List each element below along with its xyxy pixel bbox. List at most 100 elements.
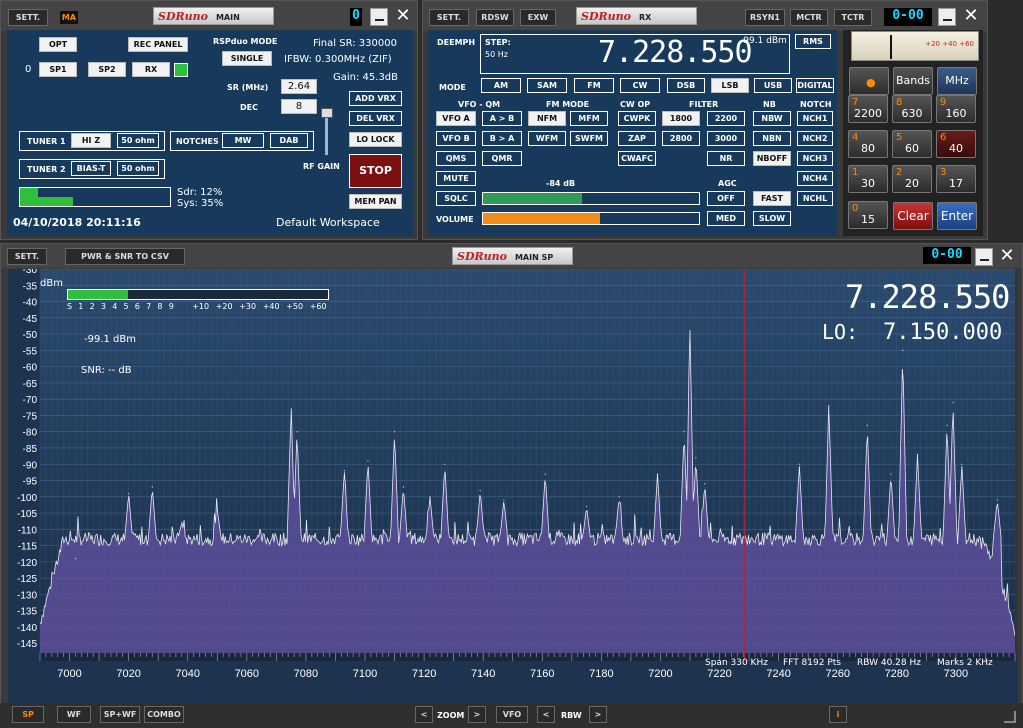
rx-close-button[interactable]: ✕ <box>961 7 981 27</box>
tctr-button[interactable]: TCTR <box>834 9 872 26</box>
clear-key[interactable]: Clear <box>893 202 933 230</box>
rx-button[interactable]: RX <box>132 62 170 77</box>
rx-minimize-button[interactable] <box>938 8 956 26</box>
sp-settings-button[interactable]: SETT. <box>7 248 47 265</box>
stop-button[interactable]: STOP <box>349 154 402 188</box>
rbw-down-button[interactable]: < <box>537 706 555 723</box>
nr-button[interactable]: NR <box>707 151 745 166</box>
zoom-out-button[interactable]: < <box>415 706 433 723</box>
mode-button-cw[interactable]: CW <box>620 78 660 93</box>
mode-button-usb[interactable]: USB <box>754 78 792 93</box>
dab-button[interactable]: DAB <box>270 133 308 148</box>
band-key-17[interactable]: 3 17 <box>936 165 976 193</box>
nbn-button[interactable]: NBN <box>753 131 791 146</box>
nboff-button[interactable]: NBOFF <box>753 151 791 166</box>
main-minimize-button[interactable] <box>370 8 388 26</box>
main-settings-button[interactable]: SETT. <box>8 9 48 26</box>
mode-button-fm[interactable]: FM <box>574 78 614 93</box>
opt-button[interactable]: OPT <box>39 37 77 52</box>
rx-settings-button[interactable]: SETT. <box>429 9 469 26</box>
rf-gain-slider-track[interactable] <box>325 115 328 155</box>
qms-button[interactable]: QMS <box>436 151 476 166</box>
rms-button[interactable]: RMS <box>795 34 831 49</box>
nch2-button[interactable]: NCH2 <box>797 131 833 146</box>
nch3-button[interactable]: NCH3 <box>797 151 833 166</box>
rdsw-button[interactable]: RDSW <box>476 9 514 26</box>
cwafc-button[interactable]: CWAFC <box>618 151 656 166</box>
spectrum-scrollbar[interactable] <box>1015 269 1018 653</box>
sqlc-button[interactable]: SQLC <box>436 191 476 206</box>
sp-wf-view-button[interactable]: SP+WF <box>100 706 140 723</box>
band-key-2200[interactable]: 7 2200 <box>848 95 888 123</box>
vfo-a-button[interactable]: VFO A <box>436 111 476 126</box>
zoom-in-button[interactable]: > <box>468 706 486 723</box>
a-to-b-button[interactable]: A > B <box>482 111 522 126</box>
band-key-30[interactable]: 1 30 <box>848 165 888 193</box>
mem-pan-button[interactable]: MEM PAN <box>349 194 402 209</box>
lo-frequency-readout[interactable]: 7.150.000 <box>883 320 1002 345</box>
band-key-630[interactable]: 8 630 <box>892 95 932 123</box>
filter-3000-button[interactable]: 3000 <box>707 131 745 146</box>
single-button[interactable]: SINGLE <box>222 51 272 66</box>
nbw-button[interactable]: NBW <box>753 111 791 126</box>
bias-t-button[interactable]: BIAS-T <box>71 161 111 176</box>
mode-button-digital[interactable]: DIGITAL <box>796 78 834 93</box>
agc-med-button[interactable]: MED <box>707 211 745 226</box>
sp1-button[interactable]: SP1 <box>39 62 77 77</box>
pwr-snr-csv-button[interactable]: PWR & SNR TO CSV <box>65 248 185 265</box>
mw-button[interactable]: MW <box>222 133 264 148</box>
filter-2200-button[interactable]: 2200 <box>707 111 745 126</box>
mctr-button[interactable]: MCTR <box>790 9 828 26</box>
mode-button-dsb[interactable]: DSB <box>667 78 705 93</box>
mhz-key[interactable]: MHz <box>937 67 977 95</box>
enter-key[interactable]: Enter <box>937 202 977 230</box>
mode-button-lsb[interactable]: LSB <box>711 78 749 93</box>
band-key-160[interactable]: 9 160 <box>936 95 976 123</box>
sp-frequency-readout[interactable]: 7.228.550 <box>845 278 1010 316</box>
combo-view-button[interactable]: COMBO <box>144 706 184 723</box>
sp-minimize-button[interactable] <box>975 248 993 266</box>
b-to-a-button[interactable]: B > A <box>482 131 522 146</box>
main-close-button[interactable]: ✕ <box>393 7 413 27</box>
band-key-60[interactable]: 5 60 <box>892 130 932 158</box>
tuner2-50ohm-button[interactable]: 50 ohm <box>117 161 159 176</box>
spectrum-plot[interactable]: -30 -35 -40 -45 -50 -55 -60 -65 -70 -75 -80 -85 -90 -… <box>8 269 1018 703</box>
rf-gain-slider-handle[interactable] <box>321 108 333 118</box>
dec-value-field[interactable]: 8 <box>281 99 317 114</box>
agc-off-button[interactable]: OFF <box>707 191 745 206</box>
wf-view-button[interactable]: WF <box>57 706 91 723</box>
zap-button[interactable]: ZAP <box>618 131 656 146</box>
rsyn1-button[interactable]: RSYN1 <box>745 9 785 26</box>
band-key-80[interactable]: 4 80 <box>848 130 888 158</box>
sp-close-button[interactable]: ✕ <box>997 247 1017 267</box>
mute-button[interactable]: MUTE <box>436 171 476 186</box>
nch4-button[interactable]: NCH4 <box>797 171 833 186</box>
rbw-up-button[interactable]: > <box>589 706 607 723</box>
resize-grip-icon[interactable] <box>1004 711 1016 723</box>
mode-button-am[interactable]: AM <box>481 78 521 93</box>
hiz-button[interactable]: HI Z <box>71 133 111 148</box>
mfm-button[interactable]: MFM <box>570 111 608 126</box>
nch1-button[interactable]: NCH1 <box>797 111 833 126</box>
exw-button[interactable]: EXW <box>520 9 556 26</box>
main-ma-badge[interactable]: MA <box>60 11 78 24</box>
band-key-15[interactable]: 0 15 <box>848 201 888 229</box>
agc-fast-button[interactable]: FAST <box>753 191 791 206</box>
agc-slow-button[interactable]: SLOW <box>753 211 791 226</box>
del-vrx-button[interactable]: DEL VRX <box>349 111 402 126</box>
sp2-button[interactable]: SP2 <box>88 62 126 77</box>
lo-lock-button[interactable]: LO LOCK <box>349 132 402 147</box>
bands-key[interactable]: Bands <box>893 67 933 95</box>
nchl-button[interactable]: NCHL <box>797 191 833 206</box>
mode-button-sam[interactable]: SAM <box>527 78 567 93</box>
sp-view-button[interactable]: SP <box>12 706 44 723</box>
filter-2800-button[interactable]: 2800 <box>662 131 700 146</box>
filter-1800-button[interactable]: 1800 <box>662 111 700 126</box>
info-button[interactable]: i <box>829 706 847 723</box>
rx-frequency-readout[interactable]: 7.228.550 <box>598 35 753 70</box>
wfm-button[interactable]: WFM <box>528 131 566 146</box>
band-key-40[interactable]: 6 40 <box>936 130 976 158</box>
sr-value-field[interactable]: 2.64 <box>281 79 317 94</box>
swfm-button[interactable]: SWFM <box>570 131 608 146</box>
add-vrx-button[interactable]: ADD VRX <box>349 91 402 106</box>
